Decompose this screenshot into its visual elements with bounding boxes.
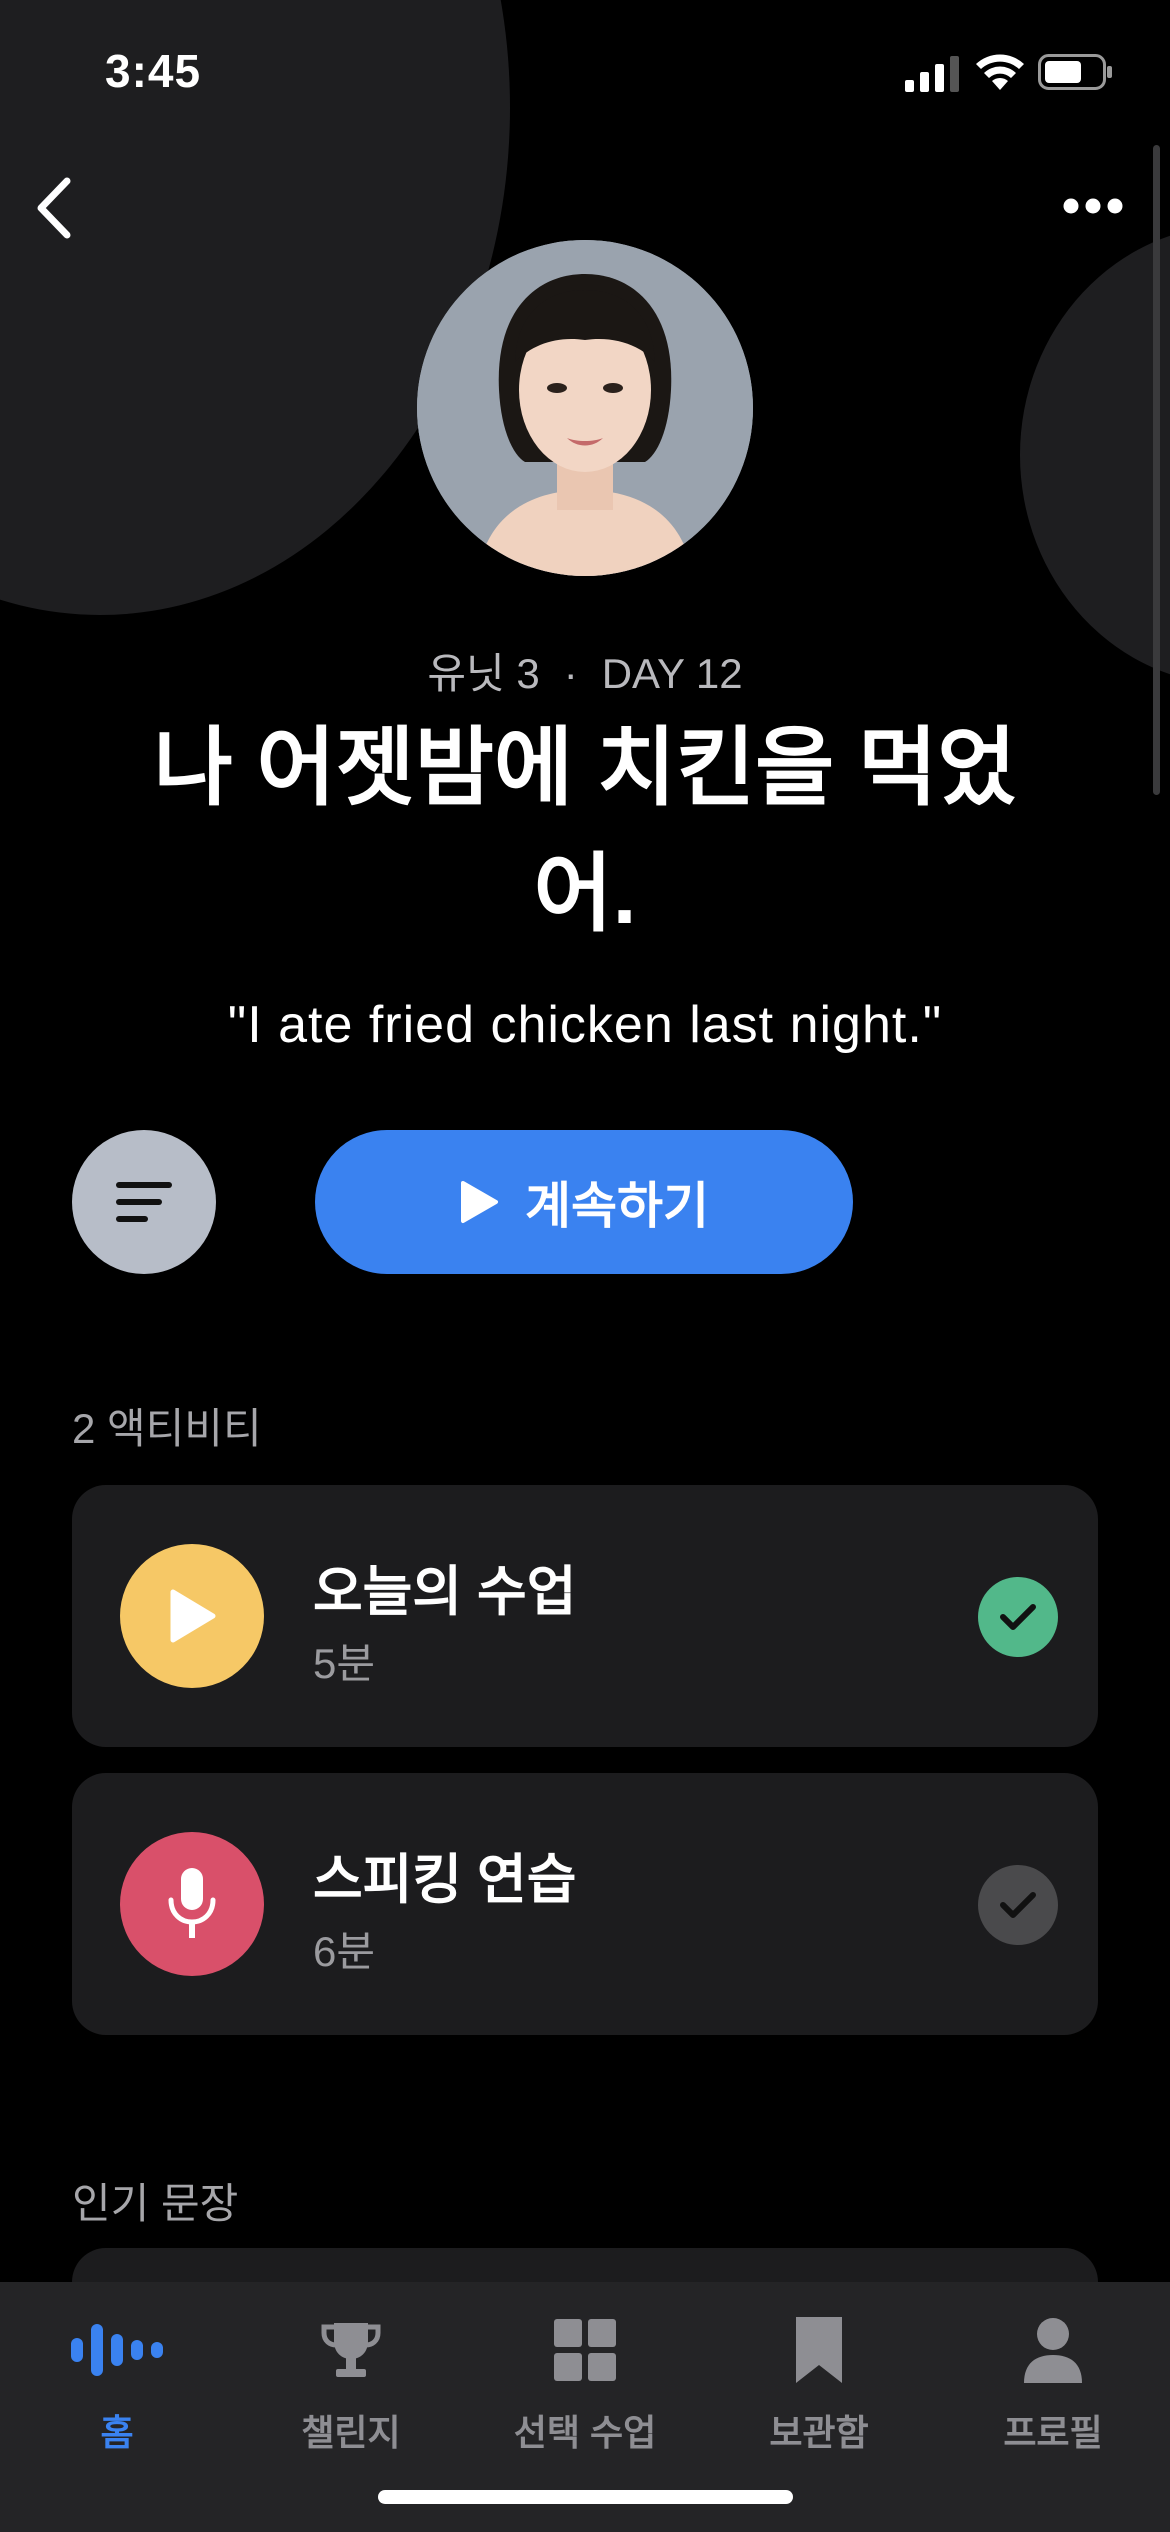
play-icon <box>461 1181 498 1223</box>
activity-duration: 5분 <box>313 1640 375 1687</box>
tab-label: 홈 <box>100 2412 134 2453</box>
back-button[interactable] <box>18 168 88 248</box>
continue-button[interactable]: 계속하기 <box>315 1130 853 1274</box>
unit-label: 유닛 3 <box>427 650 540 697</box>
cellular-signal-icon <box>905 56 959 92</box>
tab-label: 프로필 <box>1003 2412 1103 2453</box>
activity-card-speaking-practice[interactable]: 스피킹 연습 6분 <box>72 1773 1098 2035</box>
person-icon <box>1024 2318 1082 2383</box>
tab-home[interactable]: 홈 <box>0 2282 234 2482</box>
activity-icon-circle <box>120 1544 264 1688</box>
play-icon <box>170 1589 216 1643</box>
status-time: 3:45 <box>105 45 202 97</box>
more-options-button[interactable] <box>1055 178 1131 234</box>
chevron-left-icon <box>37 177 71 239</box>
incomplete-check-badge <box>978 1865 1058 1945</box>
activity-title: 스피킹 연습 <box>313 1850 577 1910</box>
activity-icon-circle <box>120 1832 264 1976</box>
continue-label: 계속하기 <box>525 1178 709 1234</box>
status-bar: 3:45 <box>0 0 1170 150</box>
tab-challenge[interactable]: 챌린지 <box>234 2282 468 2482</box>
lesson-title: 나 어젯밤에 치킨을 먹었어. <box>153 720 1017 942</box>
popular-sentences-header: 인기 문장 <box>72 2180 239 2227</box>
checkmark-icon <box>1000 1892 1036 1918</box>
decorative-circle-right <box>1020 225 1170 685</box>
tab-profile[interactable]: 프로필 <box>936 2282 1170 2482</box>
grid-icon <box>554 2319 616 2381</box>
tutor-portrait-image <box>417 240 753 576</box>
more-dots-icon <box>1063 198 1123 214</box>
tab-label: 챌린지 <box>301 2412 401 2453</box>
activities-header: 2 액티비티 <box>72 1405 262 1452</box>
transcript-button[interactable] <box>72 1130 216 1274</box>
audio-wave-icon <box>71 2324 163 2376</box>
tab-library[interactable]: 보관함 <box>702 2282 936 2482</box>
wifi-icon <box>976 54 1024 90</box>
text-lines-icon <box>116 1182 172 1222</box>
bookmark-icon <box>796 2317 842 2383</box>
day-label: DAY 12 <box>601 650 743 697</box>
tutor-avatar <box>417 240 753 576</box>
lesson-meta: 유닛 3 · DAY 12 <box>0 640 1170 701</box>
trophy-icon <box>321 2323 381 2377</box>
tab-label: 선택 수업 <box>513 2412 657 2453</box>
home-indicator[interactable] <box>378 2490 793 2504</box>
activity-title: 오늘의 수업 <box>313 1562 577 1622</box>
battery-icon <box>1038 54 1112 90</box>
lesson-screen: 3:45 유닛 3 · DAY 12 나 어젯밤에 치킨을 먹었어. "I at… <box>0 0 1170 2532</box>
microphone-icon <box>168 1868 216 1938</box>
meta-separator: · <box>563 650 578 697</box>
lesson-translation: "I ate fried chicken last night." <box>227 996 943 1054</box>
activity-duration: 6분 <box>313 1928 375 1975</box>
completed-check-badge <box>978 1577 1058 1657</box>
tab-label: 보관함 <box>769 2412 869 2453</box>
checkmark-icon <box>1000 1604 1036 1630</box>
activity-card-today-lesson[interactable]: 오늘의 수업 5분 <box>72 1485 1098 1747</box>
tab-elective-lessons[interactable]: 선택 수업 <box>468 2282 702 2482</box>
